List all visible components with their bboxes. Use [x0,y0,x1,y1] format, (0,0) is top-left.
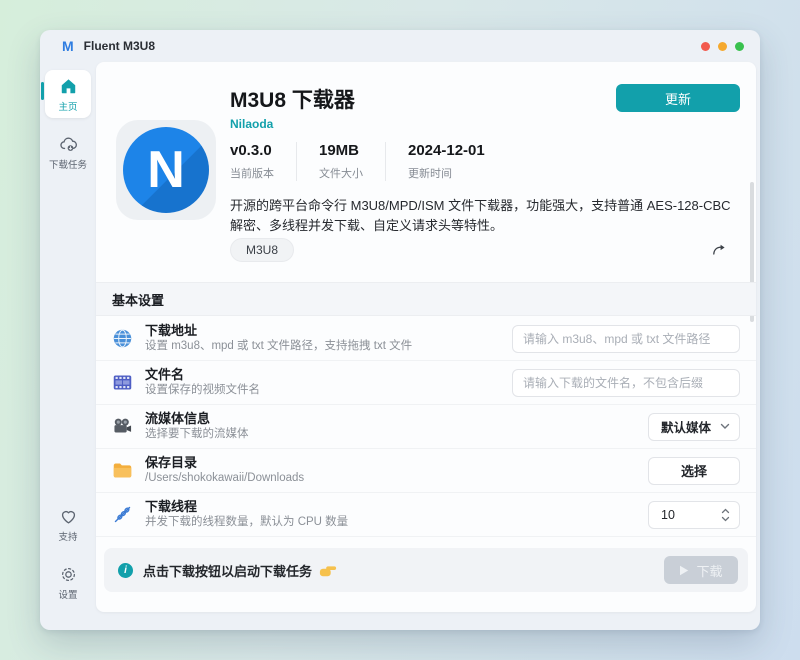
row-control: 选择 [648,457,740,485]
stat-filesize: 19MB 文件大小 [296,142,385,181]
gear-icon [59,565,78,584]
update-button[interactable]: 更新 [616,84,740,112]
play-icon [679,565,689,576]
row-filename: 文件名 设置保存的视频文件名 [96,361,756,405]
row-control [512,325,740,353]
app-logo-icon: M [62,38,73,54]
stat-updated: 2024-12-01 更新时间 [385,142,507,181]
row-subtitle: 设置保存的视频文件名 [145,383,260,398]
window-title: Fluent M3U8 [84,39,155,53]
row-subtitle: 并发下载的线程数量，默认为 CPU 数量 [145,515,348,530]
home-icon [59,77,78,96]
app-icon-letter: N [147,144,185,196]
sidebar-item-settings[interactable]: 设置 [45,558,91,606]
app-window: M Fluent M3U8 主页 下载任务 支持 设置 M3U8 下载器 [40,30,760,630]
stat-value: 19MB [319,142,363,159]
sidebar-item-label: 设置 [58,587,77,601]
folder-icon [112,460,133,481]
stat-label: 文件大小 [319,165,363,181]
download-button-label: 下载 [696,561,722,580]
app-icon-circle: N [123,127,209,213]
titlebar: M Fluent M3U8 [40,30,760,62]
app-icon: N [116,120,216,220]
sidebar-item-label: 主页 [58,99,77,113]
thread-icon [112,504,133,525]
row-control: 默认媒体 [648,413,740,441]
row-text: 下载线程 并发下载的线程数量，默认为 CPU 数量 [145,499,348,531]
sidebar: 主页 下载任务 支持 设置 [40,62,96,630]
row-subtitle: 设置 m3u8、mpd 或 txt 文件路径，支持拖拽 txt 文件 [145,339,412,354]
info-icon: i [118,563,133,578]
app-description: 开源的跨平台命令行 M3U8/MPD/ISM 文件下载器，功能强大，支持普通 A… [230,196,744,236]
stepper-icon[interactable] [721,508,730,522]
chevron-down-icon [720,423,730,430]
row-subtitle: /Users/shokokawaii/Downloads [145,471,304,486]
row-control [648,501,740,529]
row-title: 保存目录 [145,455,304,472]
download-url-input[interactable] [512,325,740,353]
row-subtitle: 选择要下载的流媒体 [145,427,249,442]
stat-value: 2024-12-01 [408,142,485,159]
sidebar-item-label: 下载任务 [49,157,87,171]
media-select-value: 默认媒体 [661,417,711,436]
settings-rows: 下载地址 设置 m3u8、mpd 或 txt 文件路径，支持拖拽 txt 文件 … [96,317,756,537]
row-text: 文件名 设置保存的视频文件名 [145,367,260,399]
media-select[interactable]: 默认媒体 [648,413,740,441]
stat-label: 当前版本 [230,165,274,181]
footer-bar: i 点击下载按钮以启动下载任务 下载 [104,548,748,592]
row-text: 下载地址 设置 m3u8、mpd 或 txt 文件路径，支持拖拽 txt 文件 [145,323,412,355]
main-content: M3U8 下载器 更新 Nilaoda N v0.3.0 当前版本 19MB 文… [96,62,756,612]
stat-version: v0.3.0 当前版本 [230,142,296,181]
author-link[interactable]: Nilaoda [230,117,273,131]
page-title: M3U8 下载器 [230,84,355,114]
sidebar-item-home[interactable]: 主页 [45,70,91,118]
row-text: 保存目录 /Users/shokokawaii/Downloads [145,455,304,487]
heart-icon [59,507,78,526]
globe-icon [112,328,133,349]
download-button[interactable]: 下载 [664,556,738,584]
movie-camera-icon [112,416,133,437]
app-stats: v0.3.0 当前版本 19MB 文件大小 2024-12-01 更新时间 [230,142,507,181]
footer-hint: 点击下载按钮以启动下载任务 [143,561,312,580]
traffic-lights [701,42,744,51]
close-button[interactable] [701,42,710,51]
pointing-hand-icon [319,564,337,577]
row-title: 流媒体信息 [145,411,249,428]
choose-directory-button[interactable]: 选择 [648,457,740,485]
row-download-threads: 下载线程 并发下载的线程数量，默认为 CPU 数量 [96,493,756,537]
row-save-directory: 保存目录 /Users/shokokawaii/Downloads 选择 [96,449,756,493]
sidebar-item-download-tasks[interactable]: 下载任务 [45,128,91,176]
stat-label: 更新时间 [408,165,485,181]
section-header: 基本设置 [96,282,756,316]
row-control [512,369,740,397]
row-title: 下载地址 [145,323,412,340]
share-icon[interactable] [711,242,727,263]
threads-stepper[interactable] [648,501,740,529]
stat-value: v0.3.0 [230,142,274,159]
row-title: 文件名 [145,367,260,384]
zoom-button[interactable] [735,42,744,51]
filename-input[interactable] [512,369,740,397]
threads-input[interactable] [661,508,709,522]
row-text: 流媒体信息 选择要下载的流媒体 [145,411,249,443]
row-title: 下载线程 [145,499,348,516]
film-frames-icon [112,372,133,393]
sidebar-item-label: 支持 [58,529,77,543]
sidebar-item-support[interactable]: 支持 [45,500,91,548]
cloud-download-icon [59,135,78,154]
minimize-button[interactable] [718,42,727,51]
tag-badge: M3U8 [230,238,294,262]
row-stream-info: 流媒体信息 选择要下载的流媒体 默认媒体 [96,405,756,449]
row-download-url: 下载地址 设置 m3u8、mpd 或 txt 文件路径，支持拖拽 txt 文件 [96,317,756,361]
